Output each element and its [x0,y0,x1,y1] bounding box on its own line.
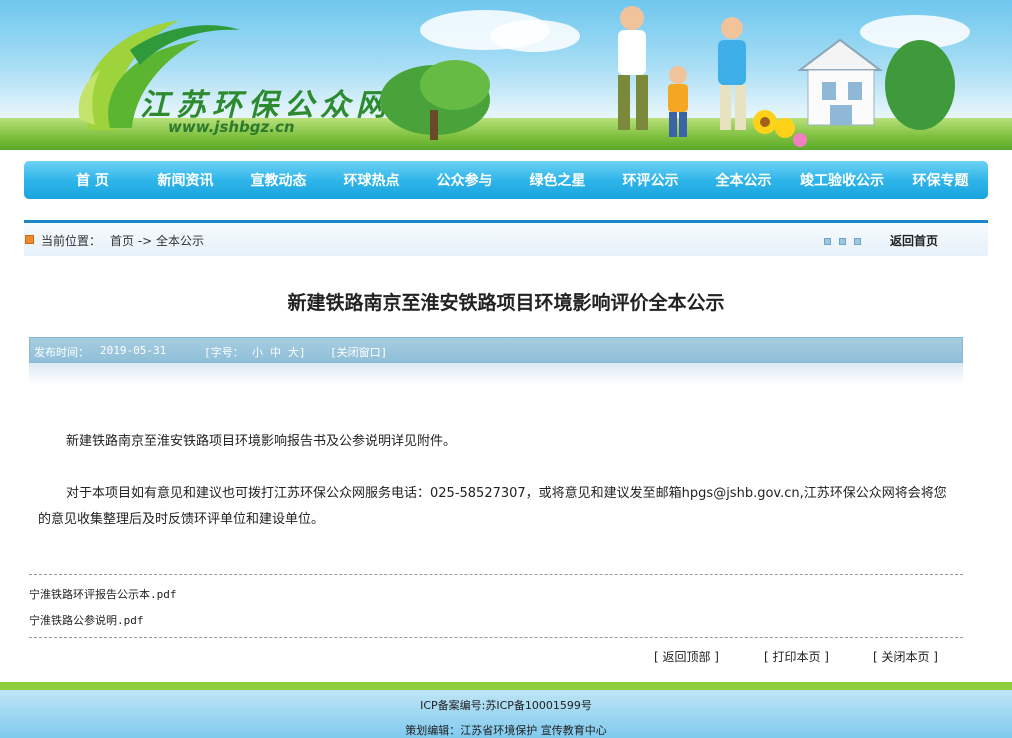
nav-item-global-hotspots[interactable]: 环球热点 [325,170,418,190]
header-banner: 江苏环保公众网 www.jshbgz.cn [0,0,1012,150]
nav-item-education[interactable]: 宣教动态 [232,170,325,190]
page-title: 新建铁路南京至淮安铁路项目环境影响评价全本公示 [287,292,725,314]
logo-url: www.jshbgz.cn [168,118,295,136]
nav-item-green-stars[interactable]: 绿色之星 [511,170,604,190]
footer-stripe [0,682,1012,690]
article-meta-bar: 发布时间： 2019-05-31 [字号： 小 中 大] [关闭窗口] [29,337,963,363]
breadcrumb-bar: 当前位置： 首页 -> 全本公示 返回首页 [24,220,988,256]
article-paragraph: 对于本项目如有意见和建议也可拨打江苏环保公众网服务电话：025-58527307… [38,486,947,527]
nav-item-eia-notice[interactable]: 环评公示 [604,170,697,190]
decorative-dots [824,238,861,245]
back-home-link[interactable]: 返回首页 [890,232,938,249]
close-window-button[interactable]: [关闭窗口] [330,344,387,360]
nav-item-acceptance-notice[interactable]: 竣工验收公示 [790,170,894,190]
meta-bar-shadow [29,363,963,385]
divider [29,637,963,638]
breadcrumb-label: 当前位置： [41,234,102,248]
font-size-medium-button[interactable]: 中 [270,344,281,360]
font-size-large-button[interactable]: 大] [288,344,306,360]
close-page-button[interactable]: [ 关闭本页 ] [873,648,938,665]
family-scene-illustration [380,6,955,147]
icp-record: ICP备案编号:苏ICP备10001599号 [420,699,592,712]
nav-item-full-notice[interactable]: 全本公示 [697,170,790,190]
publish-date: 2019-05-31 [100,344,167,357]
main-nav: 首 页 新闻资讯 宣教动态 环球热点 公众参与 绿色之星 环评公示 全本公示 竣… [24,161,988,199]
attachment-link[interactable]: 宁淮铁路环评报告公示本.pdf [29,586,177,602]
font-size-label: [字号： [204,346,244,359]
footer: ICP备案编号:苏ICP备10001599号 策划编辑：江苏省环境保护 宣传教育… [0,690,1012,738]
article-paragraph: 新建铁路南京至淮安铁路项目环境影响报告书及公参说明详见附件。 [66,434,457,449]
attachment-link[interactable]: 宁淮铁路公参说明.pdf [29,612,144,628]
bullet-icon [25,235,34,244]
nav-item-home[interactable]: 首 页 [46,170,139,190]
divider [29,574,963,575]
nav-item-env-topics[interactable]: 环保专题 [894,170,987,190]
print-page-button[interactable]: [ 打印本页 ] [764,648,829,665]
nav-item-news[interactable]: 新闻资讯 [139,170,232,190]
publish-label: 发布时间： [34,346,89,359]
breadcrumb[interactable]: 首页 -> 全本公示 [110,232,204,249]
nav-item-public-participation[interactable]: 公众参与 [418,170,511,190]
footer-editor: 策划编辑：江苏省环境保护 宣传教育中心 [405,724,607,737]
font-size-small-button[interactable]: 小 [252,344,263,360]
back-to-top-button[interactable]: [ 返回顶部 ] [654,648,719,665]
